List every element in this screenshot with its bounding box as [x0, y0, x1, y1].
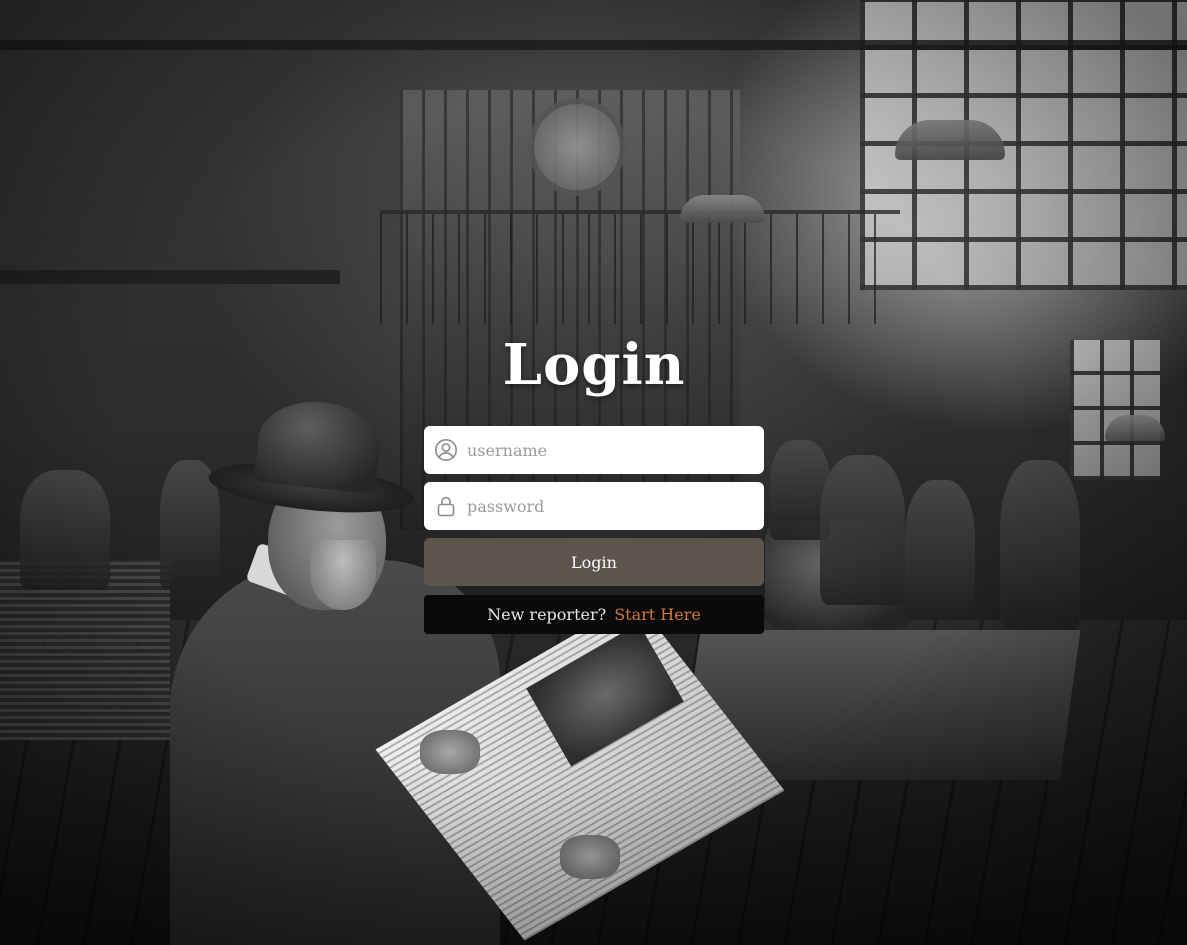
- lock-icon: [434, 494, 458, 518]
- password-field[interactable]: [424, 482, 764, 530]
- user-circle-icon: [434, 438, 458, 462]
- start-here-link[interactable]: Start Here: [614, 605, 701, 624]
- username-field[interactable]: [424, 426, 764, 474]
- login-title: Login: [502, 332, 686, 398]
- login-button[interactable]: Login: [424, 538, 764, 586]
- password-input[interactable]: [465, 483, 764, 529]
- signup-prompt: New reporter?: [487, 605, 607, 624]
- login-form: Login Login New reporter? Start Here: [424, 325, 764, 634]
- username-input[interactable]: [465, 427, 764, 473]
- signup-banner: New reporter? Start Here: [424, 595, 764, 634]
